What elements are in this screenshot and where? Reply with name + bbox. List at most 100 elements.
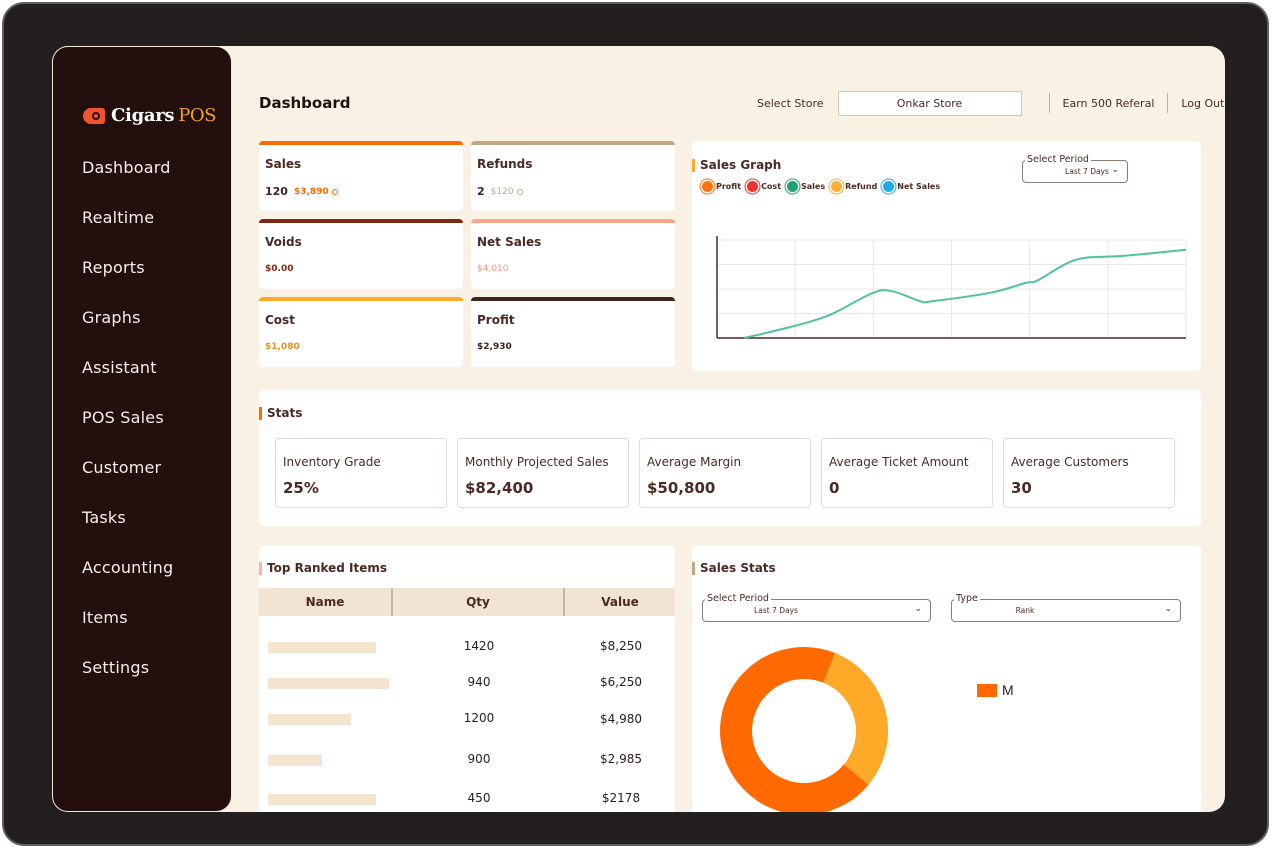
qty-cell: 1420 — [463, 639, 495, 653]
header-actions: Select Store Onkar Store Earn 500 Refera… — [757, 90, 1224, 116]
logout-link[interactable]: Log Out — [1181, 97, 1224, 110]
donut-legend[interactable]: M — [977, 682, 1014, 698]
kpi-title: Sales — [265, 157, 302, 171]
sidebar-item-reports[interactable]: Reports — [82, 255, 173, 305]
kpi-card-voids[interactable]: Voids $0.00 — [259, 219, 463, 289]
sidebar-item-items[interactable]: Items — [82, 605, 173, 655]
kpi-card-cost[interactable]: Cost $1,080 — [259, 297, 463, 367]
stat-inventory-grade: Inventory Grade 25% — [275, 438, 447, 508]
device-frame: Cigars POS Dashboard Realtime Reports Gr… — [2, 2, 1269, 846]
table-row[interactable]: 1420 $8,250 — [259, 637, 675, 657]
table-row[interactable]: 900 $2,985 — [259, 750, 675, 770]
kpi-count: 2 — [477, 185, 485, 198]
kpi-count: 120 — [265, 185, 288, 198]
sidebar-item-tasks[interactable]: Tasks — [82, 505, 173, 555]
stat-label: Average Ticket Amount — [829, 455, 969, 469]
kpi-title: Profit — [477, 313, 515, 327]
value-cell: $4,980 — [600, 712, 642, 726]
top-items-title: Top Ranked Items — [259, 561, 387, 575]
store-select[interactable]: Onkar Store — [837, 90, 1022, 116]
divider — [1048, 93, 1050, 113]
app-screen: Cigars POS Dashboard Realtime Reports Gr… — [52, 46, 1225, 812]
stat-value: $50,800 — [647, 479, 716, 497]
kpi-title: Cost — [265, 313, 295, 327]
sidebar-item-accounting[interactable]: Accounting — [82, 555, 173, 605]
top-ranked-items-card: Top Ranked Items Name Qty Value 1420 $8,… — [259, 546, 675, 812]
sales-period-label: Select Period — [705, 593, 771, 605]
donut-slice-slice-1 — [823, 652, 888, 785]
stat-monthly-projected-sales: Monthly Projected Sales $82,400 — [457, 438, 629, 508]
qty-cell: 1200 — [463, 711, 495, 725]
sidebar-item-realtime[interactable]: Realtime — [82, 205, 173, 255]
value-cell: $2178 — [601, 791, 641, 805]
qty-cell: 940 — [467, 675, 491, 689]
up-circle-icon — [331, 188, 338, 195]
kpi-amount: $3,890 — [293, 186, 329, 197]
sales-stats-donut-chart — [720, 647, 888, 812]
kpi-title: Refunds — [477, 157, 533, 171]
table-header: Name Qty Value — [259, 588, 675, 616]
legend-swatch-icon — [977, 683, 997, 697]
sidebar-item-customer[interactable]: Customer — [82, 455, 173, 505]
referral-link[interactable]: Earn 500 Referal — [1063, 97, 1155, 110]
divider — [1167, 93, 1169, 113]
brand-logo[interactable]: Cigars POS — [83, 105, 216, 126]
brand-accent: POS — [178, 105, 216, 126]
kpi-title: Net Sales — [477, 235, 542, 249]
kpi-amount: $4,010 — [477, 264, 509, 274]
sidebar-item-dashboard[interactable]: Dashboard — [82, 155, 173, 205]
stat-label: Inventory Grade — [283, 455, 381, 469]
table-row[interactable]: 1200 $4,980 — [259, 709, 675, 729]
sidebar-nav: Dashboard Realtime Reports Graphs Assist… — [82, 155, 173, 705]
sidebar: Cigars POS Dashboard Realtime Reports Gr… — [52, 46, 232, 812]
kpi-card-sales[interactable]: Sales 120 $3,890 — [259, 141, 463, 211]
stat-value: $82,400 — [465, 479, 534, 497]
type-select-label: Type — [954, 593, 980, 605]
column-header-qty[interactable]: Qty — [393, 588, 563, 616]
series-line-sales — [744, 248, 1187, 339]
page-title: Dashboard — [259, 94, 351, 112]
stat-label: Average Customers — [1011, 455, 1129, 469]
stat-label: Average Margin — [647, 455, 742, 469]
sidebar-item-assistant[interactable]: Assistant — [82, 355, 173, 405]
stat-value: 30 — [1011, 479, 1032, 497]
sidebar-item-settings[interactable]: Settings — [82, 655, 173, 705]
kpi-card-refunds[interactable]: Refunds 2 $120 — [471, 141, 675, 211]
stats-card: Stats Inventory Grade 25% Monthly Projec… — [259, 390, 1201, 526]
table-row[interactable]: 940 $6,250 — [259, 673, 675, 693]
column-header-value[interactable]: Value — [565, 588, 675, 616]
table-row[interactable]: 450 $2178 — [259, 789, 675, 809]
sales-period-select[interactable]: Select Period Last 7 Days ⌄ — [702, 593, 931, 622]
name-placeholder — [268, 678, 389, 689]
legend-label: M — [1002, 682, 1014, 698]
type-select[interactable]: Type Rank ⌄ — [951, 593, 1181, 622]
stats-title: Stats — [259, 406, 302, 420]
stat-average-margin: Average Margin $50,800 — [639, 438, 811, 508]
name-placeholder — [268, 755, 323, 766]
name-placeholder — [268, 714, 352, 725]
name-placeholder — [268, 794, 377, 805]
kpi-title: Voids — [265, 235, 302, 249]
down-circle-icon — [516, 188, 523, 195]
sidebar-item-pos-sales[interactable]: POS Sales — [82, 405, 173, 455]
kpi-card-net-sales[interactable]: Net Sales $4,010 — [471, 219, 675, 289]
store-label: Select Store — [757, 96, 824, 110]
sidebar-item-graphs[interactable]: Graphs — [82, 305, 173, 355]
stat-value: 25% — [283, 479, 319, 497]
qty-cell: 900 — [467, 752, 491, 766]
kpi-amount: $0.00 — [265, 264, 294, 274]
brand-name: Cigars — [111, 105, 175, 126]
sales-stats-title: Sales Stats — [692, 561, 776, 575]
column-header-name[interactable]: Name — [259, 588, 391, 616]
stat-label: Monthly Projected Sales — [465, 455, 609, 469]
value-cell: $2,985 — [600, 752, 642, 766]
sales-line-chart — [716, 236, 1187, 339]
chevron-down-icon: ⌄ — [914, 604, 922, 614]
stat-value: 0 — [829, 479, 840, 497]
type-select-value: Rank — [1015, 606, 1035, 615]
value-cell: $6,250 — [600, 675, 642, 689]
qty-cell: 450 — [467, 791, 491, 805]
value-cell: $8,250 — [600, 639, 642, 653]
kpi-card-profit[interactable]: Profit $2,930 — [471, 297, 675, 367]
sales-stats-card: Sales Stats Select Period Last 7 Days ⌄ … — [692, 546, 1201, 812]
